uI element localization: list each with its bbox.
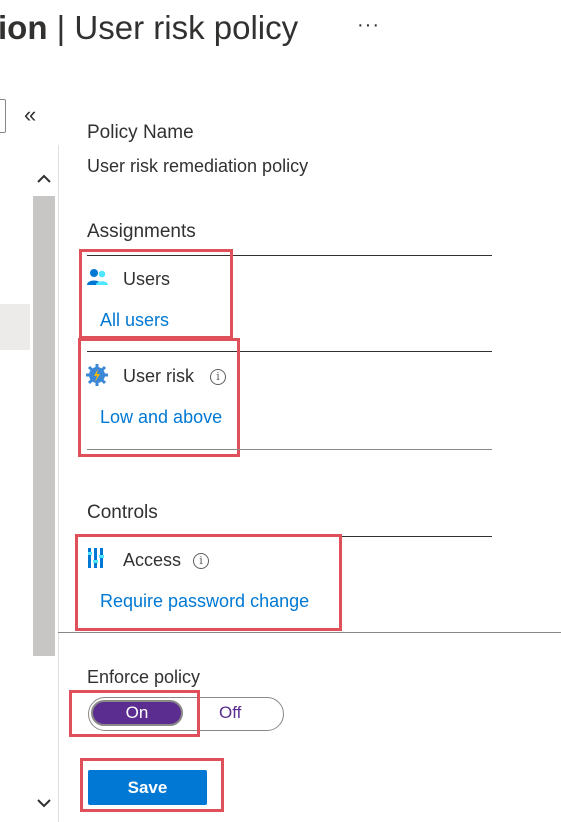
user-risk-info-icon[interactable]: i	[210, 369, 226, 385]
page-title-prefix: ion	[0, 9, 48, 46]
nav-item-selected[interactable]	[0, 304, 30, 350]
access-label: Access	[123, 550, 182, 570]
toggle-off-option[interactable]: Off	[219, 703, 241, 723]
enforce-policy-toggle[interactable]: On Off	[88, 697, 284, 731]
more-options-icon[interactable]: ···	[357, 14, 380, 37]
assignments-divider	[87, 255, 492, 256]
user-risk-divider	[87, 449, 492, 450]
footer-divider	[58, 632, 561, 633]
users-label: Users	[123, 269, 171, 289]
access-highlight	[75, 534, 342, 631]
user-risk-policy-page: ion | User risk policy ··· « Policy Name…	[0, 0, 561, 822]
users-divider	[87, 351, 492, 352]
assignments-heading: Assignments	[87, 221, 196, 242]
page-title: ion | User risk policy	[0, 6, 298, 50]
search-input[interactable]	[0, 99, 6, 133]
access-icon	[87, 548, 106, 573]
scroll-down-icon[interactable]	[33, 792, 55, 814]
user-risk-value-link[interactable]: Low and above	[100, 407, 222, 428]
controls-heading: Controls	[87, 502, 158, 523]
user-risk-label: User risk	[123, 366, 194, 386]
scrollbar-thumb[interactable]	[33, 196, 55, 656]
users-icon	[87, 268, 109, 291]
policy-name-label: Policy Name	[87, 122, 194, 143]
collapse-panel-icon[interactable]: «	[24, 102, 36, 128]
policy-name-value: User risk remediation policy	[87, 156, 309, 176]
access-value-link[interactable]: Require password change	[100, 591, 309, 612]
user-risk-icon	[86, 364, 108, 391]
page-title-main: User risk policy	[74, 9, 299, 46]
users-value-link[interactable]: All users	[100, 310, 169, 331]
controls-divider	[87, 536, 492, 537]
enforce-policy-label: Enforce policy	[87, 667, 201, 687]
save-button[interactable]: Save	[88, 770, 207, 805]
toggle-on-option[interactable]: On	[91, 700, 183, 726]
scroll-up-icon[interactable]	[33, 168, 55, 190]
access-info-icon[interactable]: i	[193, 553, 209, 569]
user-risk-highlight	[78, 338, 240, 457]
page-title-separator: |	[47, 9, 75, 46]
